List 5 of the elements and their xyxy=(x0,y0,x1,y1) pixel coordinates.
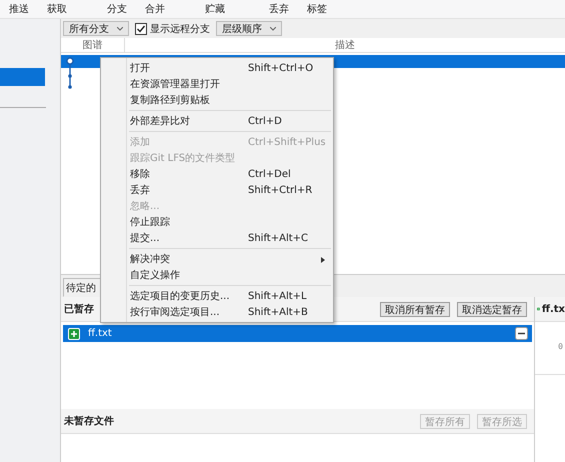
section-title: 已暂存 xyxy=(64,302,94,316)
diff-file-name: ff.tx xyxy=(542,304,565,314)
file-name: ff.txt xyxy=(88,328,113,339)
line-number: 0 xyxy=(558,342,563,351)
section-title: 未暂存文件 xyxy=(64,414,114,428)
